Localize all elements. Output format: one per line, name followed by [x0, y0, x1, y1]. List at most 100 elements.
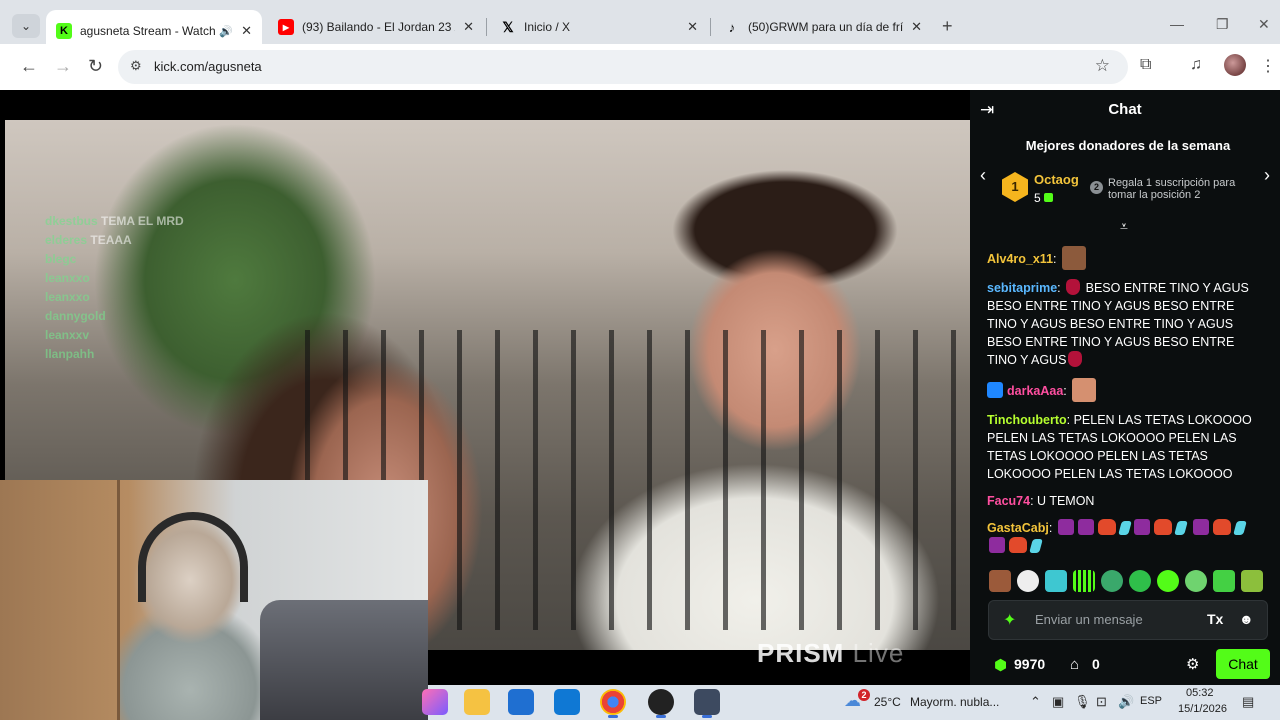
emote-eyes-icon[interactable] — [1129, 570, 1151, 592]
overlay-chat-row: leanxxo — [45, 290, 90, 304]
media-control-icon[interactable]: ♫ — [1190, 56, 1202, 74]
chat-footer: ⬢ 9970 ⌂ 0 ⚙ Chat — [970, 648, 1280, 682]
profile-avatar[interactable] — [1224, 54, 1246, 76]
overlay-chat-row: leanxxo — [45, 271, 90, 285]
restore-icon[interactable]: ❐ — [1216, 16, 1229, 33]
menu-dots-icon[interactable]: ⋮ — [1260, 56, 1276, 76]
windows-taskbar: ☁ 25°C Mayorm. nubla... ⌃ ▣ 🎙 ⊡ 🔊 ESP 05… — [422, 685, 1280, 720]
tab-tiktok[interactable]: ♪ (50)GRWM para un día de frío > ✕ — [714, 12, 932, 42]
file-explorer-icon[interactable] — [464, 689, 490, 715]
copilot-app-icon[interactable] — [422, 689, 448, 715]
cat-emote-icon — [1009, 537, 1027, 553]
top-donor-count: 5 — [1034, 191, 1053, 205]
speaker-icon[interactable]: 🔊 — [219, 25, 233, 38]
headset-icon — [138, 512, 248, 602]
emoji-picker-icon[interactable]: ☻ — [1239, 611, 1254, 627]
address-bar[interactable]: ⚙ kick.com/agusneta ☆ — [118, 50, 1128, 84]
tiktok-logo-icon: ♪ — [728, 19, 736, 35]
outlook-app-icon[interactable] — [554, 689, 580, 715]
chat-message-input[interactable] — [1035, 612, 1195, 627]
pointing-emote-icon — [1072, 378, 1097, 402]
bank-icon: ⌂ — [1070, 656, 1080, 673]
emote-laugh-icon[interactable] — [1185, 570, 1207, 592]
emote-dance-icon[interactable] — [1045, 570, 1067, 592]
chat-username[interactable]: GastaCabj — [987, 521, 1049, 535]
clock-time[interactable]: 05:32 — [1186, 687, 1214, 699]
cyan-emote-icon — [1233, 521, 1248, 535]
overlay-chat-row: blegc — [45, 252, 77, 266]
expand-pinned-icon[interactable]: ⩡ — [1120, 218, 1128, 235]
emote-box-icon[interactable] — [1241, 570, 1263, 592]
app-icon[interactable] — [694, 689, 720, 718]
tab-separator — [486, 18, 487, 36]
bank-count[interactable]: 0 — [1092, 656, 1100, 672]
emote-face-icon[interactable] — [989, 570, 1011, 592]
minimize-icon[interactable]: — — [1170, 16, 1184, 32]
send-chat-button[interactable]: Chat — [1216, 649, 1270, 679]
obs-app-icon[interactable] — [648, 689, 674, 718]
chevron-right-icon[interactable]: › — [1264, 165, 1270, 186]
site-settings-icon[interactable]: ⚙ — [130, 58, 142, 74]
webcam-background-shelf — [0, 480, 120, 720]
tab-title: agusneta Stream - Watch L — [80, 24, 216, 38]
chevron-up-icon[interactable]: ⌃ — [1030, 694, 1041, 710]
weather-description[interactable]: Mayorm. nubla... — [910, 695, 999, 709]
clock-date[interactable]: 15/1/2026 — [1178, 703, 1227, 715]
chrome-app-icon[interactable] — [600, 689, 626, 718]
volume-icon[interactable]: 🔊 — [1118, 694, 1134, 710]
close-window-icon[interactable]: ✕ — [1258, 16, 1270, 33]
chat-message: darkaAaa: — [987, 378, 1267, 402]
tab-search-button[interactable]: ⌄ — [12, 14, 40, 38]
extensions-icon[interactable]: ⧉ — [1140, 56, 1151, 74]
overlay-chat-row: elderes TEAAA — [45, 233, 132, 247]
url-text[interactable]: kick.com/agusneta — [154, 59, 262, 74]
store-app-icon[interactable] — [508, 689, 534, 715]
emote-cup-icon[interactable] — [1213, 570, 1235, 592]
chat-username[interactable]: Tinchouberto — [987, 413, 1067, 427]
network-icon[interactable]: ⊡ — [1096, 694, 1107, 710]
purple-emote-icon — [1057, 519, 1074, 535]
emote-smile-icon[interactable] — [1157, 570, 1179, 592]
back-arrow-icon[interactable]: ← — [20, 56, 38, 77]
tab-youtube[interactable]: ▶ (93) Bailando - El Jordan 23 / Sc ✕ — [268, 12, 484, 42]
chat-message: GastaCabj: — [987, 519, 1267, 555]
emote-green-face-icon[interactable] — [1101, 570, 1123, 592]
chat-username[interactable]: Facu74 — [987, 494, 1030, 508]
purple-emote-icon — [989, 537, 1005, 553]
tray-app-icon[interactable]: ▣ — [1052, 694, 1064, 710]
chat-username[interactable]: sebitaprime — [987, 281, 1057, 295]
chat-header: ⇥ Chat — [970, 90, 1280, 130]
emote-duck-icon[interactable] — [1017, 570, 1039, 592]
chat-message-list: Alv4ro_x11: sebitaprime: BESO ENTRE TINO… — [987, 246, 1267, 564]
gift-icon — [1043, 193, 1053, 202]
sparkle-icon[interactable]: ✦ — [1003, 610, 1016, 630]
overlay-chat-row: leanxxv — [45, 328, 90, 342]
bookmark-star-icon[interactable]: ☆ — [1095, 56, 1110, 76]
emote-bars-icon[interactable] — [1073, 570, 1095, 592]
chat-settings-icon[interactable]: ⚙ — [1186, 655, 1199, 673]
new-tab-icon[interactable]: + — [942, 16, 953, 37]
cat-emote-icon — [1213, 519, 1232, 535]
chevron-left-icon[interactable]: ‹ — [980, 165, 986, 186]
weather-temperature[interactable]: 25°C — [874, 695, 901, 709]
channel-points[interactable]: 9970 — [1014, 656, 1045, 672]
close-tab-icon[interactable]: ✕ — [463, 19, 474, 35]
prism-watermark: PRISM Live — [757, 638, 905, 668]
browser-toolbar: ← → ↻ ⚙ kick.com/agusneta ☆ ⧉ ♫ ⋮ — [0, 44, 1280, 90]
overlay-chat-row: dannygold — [45, 309, 106, 323]
reload-icon[interactable]: ↻ — [88, 56, 103, 77]
microphone-icon[interactable]: 🎙 — [1074, 694, 1091, 710]
translate-icon[interactable]: Tx — [1207, 611, 1223, 627]
close-tab-icon[interactable]: ✕ — [241, 23, 252, 39]
gift-sub-prompt[interactable]: Regala 1 suscripción para tomar la posic… — [1108, 177, 1258, 201]
chat-username[interactable]: Alv4ro_x11 — [987, 252, 1053, 266]
close-tab-icon[interactable]: ✕ — [687, 19, 698, 35]
forward-arrow-icon[interactable]: → — [54, 56, 72, 77]
chat-username[interactable]: darkaAaa — [1007, 384, 1063, 398]
notifications-icon[interactable]: ▤ — [1242, 694, 1254, 710]
language-indicator[interactable]: ESP — [1140, 695, 1162, 707]
tab-x[interactable]: 𝕏 Inicio / X ✕ — [490, 12, 708, 42]
close-tab-icon[interactable]: ✕ — [911, 19, 922, 35]
streamer-webcam — [0, 480, 428, 720]
top-donor-name[interactable]: Octaog — [1034, 172, 1079, 187]
